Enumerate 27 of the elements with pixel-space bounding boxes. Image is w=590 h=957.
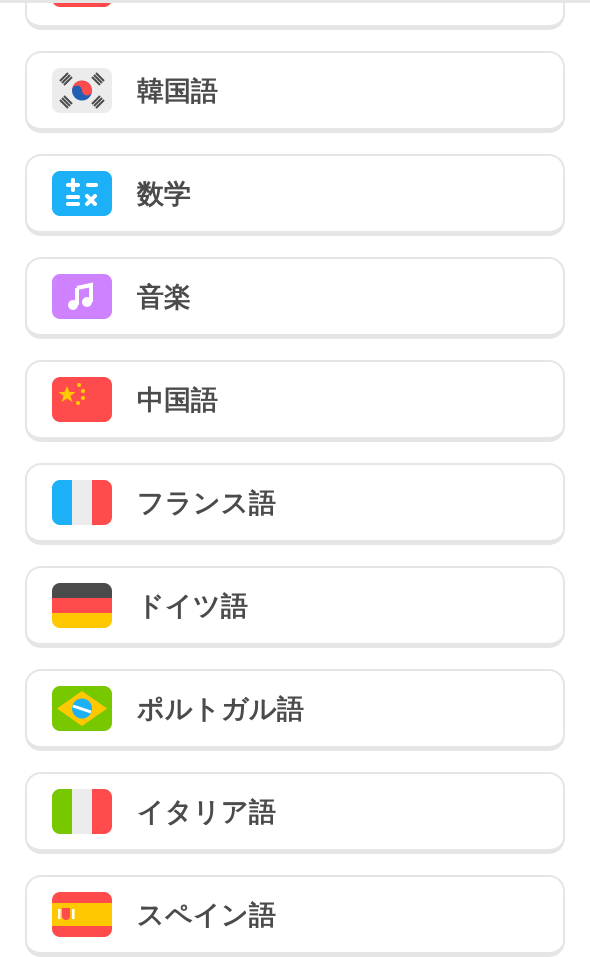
italy-flag-icon — [52, 789, 112, 834]
korea-flag-icon — [52, 68, 112, 113]
course-card[interactable]: フランス語 — [25, 463, 565, 545]
course-card[interactable]: ポルトガル語 — [25, 669, 565, 751]
course-label: フランス語 — [137, 486, 276, 520]
brazil-flag-icon — [52, 686, 112, 731]
china-flag-icon — [52, 377, 112, 422]
course-label: ドイツ語 — [137, 590, 248, 624]
course-label: 数学 — [137, 178, 191, 212]
course-card[interactable]: スペイン語 — [25, 875, 565, 957]
course-label: 音楽 — [137, 280, 191, 314]
course-label: スペイン語 — [137, 898, 276, 932]
course-card[interactable]: ドイツ語 — [25, 566, 565, 648]
course-label: 中国語 — [137, 384, 218, 418]
france-flag-icon — [52, 480, 112, 525]
course-label: ポルトガル語 — [137, 692, 304, 726]
germany-flag-icon — [52, 583, 112, 628]
course-card[interactable]: 音楽 — [25, 257, 565, 339]
math-symbols-icon — [52, 171, 112, 216]
course-card[interactable]: イタリア語 — [25, 772, 565, 854]
course-card[interactable]: 数学 — [25, 154, 565, 236]
course-card[interactable]: 中国語 — [25, 360, 565, 442]
music-note-icon — [52, 274, 112, 319]
course-label: イタリア語 — [137, 796, 276, 830]
course-card[interactable]: 韓国語 — [25, 51, 565, 133]
course-label: 韓国語 — [137, 74, 218, 108]
spain-flag-icon — [52, 892, 112, 937]
